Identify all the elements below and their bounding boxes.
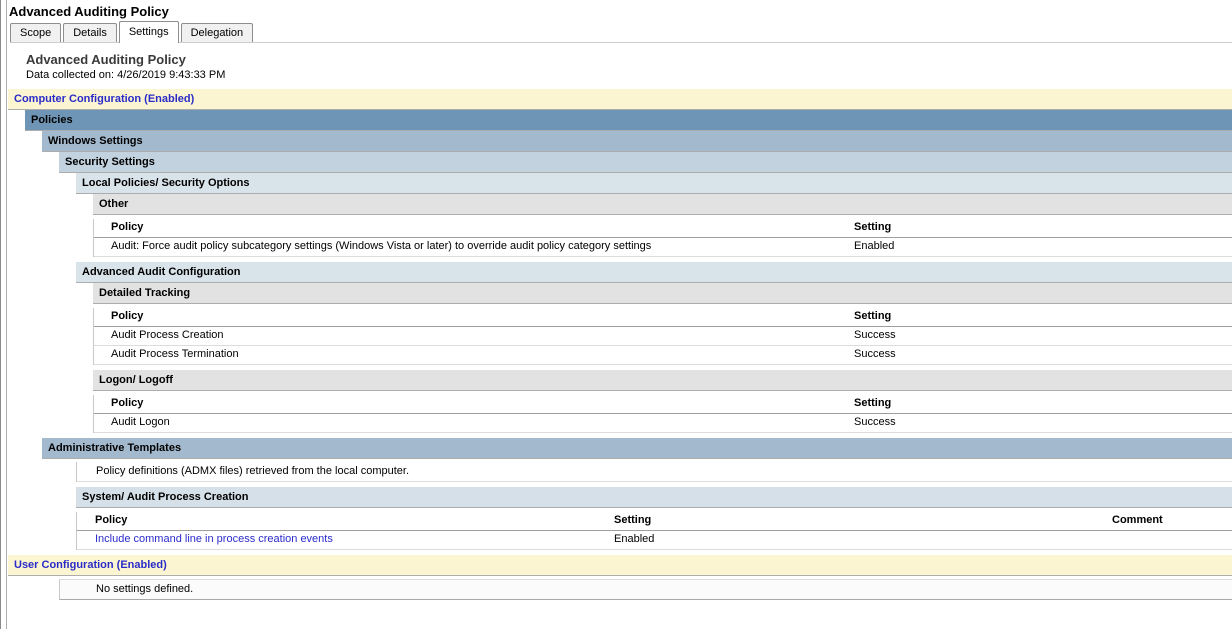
section-user-configuration[interactable]: User Configuration (Enabled) [8,555,1232,576]
section-advanced-audit-configuration[interactable]: Advanced Audit Configuration [76,262,1232,283]
policy-setting: Success [854,327,1232,345]
section-security-settings[interactable]: Security Settings [59,152,1232,173]
policy-name: Audit: Force audit policy subcategory se… [94,238,854,256]
table-header-row: Policy Setting [94,308,1232,327]
column-header-comment: Comment [1112,512,1232,530]
gpmc-settings-pane: Advanced Auditing Policy Scope Details S… [0,0,1232,629]
policy-setting: Success [854,346,1232,364]
table-row: Audit Logon Success [94,414,1232,433]
table-row: Audit Process Termination Success [94,346,1232,365]
policy-setting: Enabled [614,531,1112,549]
data-collected-timestamp: Data collected on: 4/26/2019 9:43:33 PM [26,69,1232,83]
section-other[interactable]: Other [93,194,1232,215]
policy-setting: Enabled [854,238,1232,256]
system-policy-table: Policy Setting Comment Include command l… [76,512,1232,550]
policy-setting: Success [854,414,1232,432]
table-row: Audit: Force audit policy subcategory se… [94,238,1232,257]
admx-note: Policy definitions (ADMX files) retrieve… [76,462,1232,482]
tab-strip: Scope Details Settings Delegation [10,20,1232,43]
policy-link-include-command-line[interactable]: Include command line in process creation… [95,533,333,545]
column-header-setting: Setting [614,512,1112,530]
page-title: Advanced Auditing Policy [0,0,1232,20]
section-policies[interactable]: Policies [25,110,1232,131]
column-header-setting: Setting [854,308,1232,326]
tab-delegation[interactable]: Delegation [181,23,254,42]
policy-comment [1112,531,1232,549]
detailed-tracking-table: Policy Setting Audit Process Creation Su… [93,308,1232,365]
column-header-policy: Policy [94,395,854,413]
settings-report: Advanced Auditing Policy Data collected … [8,52,1232,600]
section-computer-configuration[interactable]: Computer Configuration (Enabled) [8,89,1232,110]
section-administrative-templates[interactable]: Administrative Templates [42,438,1232,459]
column-header-policy: Policy [77,512,614,530]
pane-border-outer [0,0,1,629]
tab-scope[interactable]: Scope [10,23,61,42]
table-row: Include command line in process creation… [77,531,1232,550]
policy-name: Audit Process Termination [94,346,854,364]
column-header-policy: Policy [94,308,854,326]
column-header-setting: Setting [854,219,1232,237]
report-heading: Advanced Auditing Policy [26,52,1232,69]
table-header-row: Policy Setting Comment [77,512,1232,531]
tab-settings[interactable]: Settings [119,21,179,43]
section-detailed-tracking[interactable]: Detailed Tracking [93,283,1232,304]
pane-border-inner [6,0,7,629]
tab-details[interactable]: Details [63,23,117,42]
table-header-row: Policy Setting [94,395,1232,414]
section-system-audit-process-creation[interactable]: System/ Audit Process Creation [76,487,1232,508]
column-header-setting: Setting [854,395,1232,413]
section-windows-settings[interactable]: Windows Settings [42,131,1232,152]
table-row: Audit Process Creation Success [94,327,1232,346]
policy-name: Audit Logon [94,414,854,432]
no-settings-defined: No settings defined. [59,579,1232,600]
column-header-policy: Policy [94,219,854,237]
logon-logoff-table: Policy Setting Audit Logon Success [93,395,1232,433]
section-local-policies-security-options[interactable]: Local Policies/ Security Options [76,173,1232,194]
table-header-row: Policy Setting [94,219,1232,238]
policy-name: Audit Process Creation [94,327,854,345]
other-policy-table: Policy Setting Audit: Force audit policy… [93,219,1232,257]
section-logon-logoff[interactable]: Logon/ Logoff [93,370,1232,391]
